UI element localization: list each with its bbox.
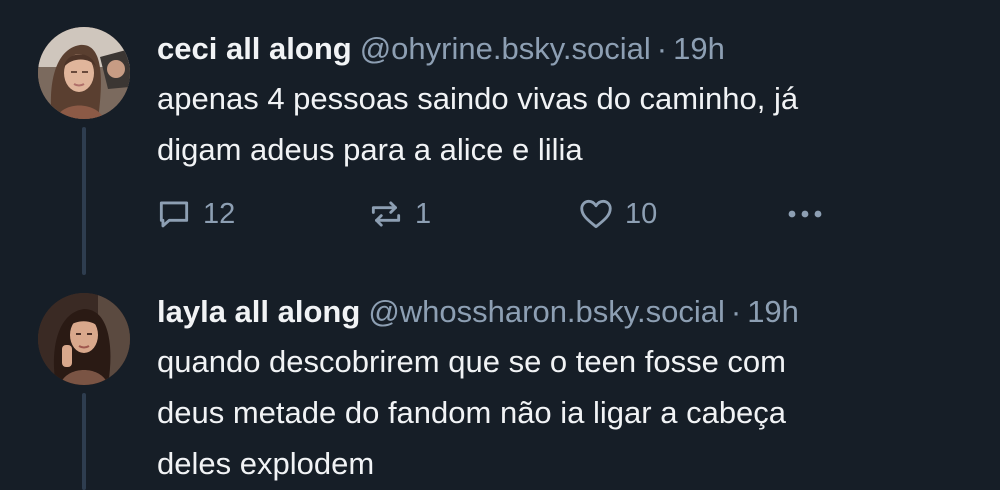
avatar[interactable] bbox=[38, 27, 130, 119]
avatar[interactable] bbox=[38, 293, 130, 385]
repost-button[interactable]: 1 bbox=[367, 192, 431, 236]
thread-connector-line bbox=[82, 393, 86, 490]
avatar-photo bbox=[38, 293, 130, 385]
author-handle[interactable]: @whossharon.bsky.social bbox=[368, 294, 725, 329]
like-button[interactable]: 10 bbox=[577, 192, 657, 236]
post-text: apenas 4 pessoas saindo vivas do caminho… bbox=[157, 81, 799, 167]
author-display-name[interactable]: layla all along bbox=[157, 294, 360, 329]
more-dots-icon bbox=[785, 204, 825, 224]
author-handle[interactable]: @ohyrine.bsky.social bbox=[360, 31, 651, 66]
heart-icon bbox=[577, 195, 615, 233]
post-header: ceci all along @ohyrine.bsky.social · 19h bbox=[157, 29, 970, 69]
reply-button[interactable]: 12 bbox=[155, 192, 235, 236]
thread-connector-line bbox=[82, 127, 86, 275]
avatar-photo bbox=[38, 27, 130, 119]
post-timestamp[interactable]: 19h bbox=[747, 294, 799, 329]
post-item[interactable]: layla all along @whossharon.bsky.social · 1… bbox=[0, 275, 1000, 490]
post-timestamp[interactable]: 19h bbox=[673, 31, 725, 66]
post-content: ceci all along @ohyrine.bsky.social · 19h a… bbox=[157, 29, 970, 175]
post-thread: ceci all along @ohyrine.bsky.social · 19h a… bbox=[0, 0, 1000, 490]
repost-count: 1 bbox=[415, 197, 432, 230]
reply-bubble-icon bbox=[155, 195, 193, 233]
more-options-button[interactable] bbox=[785, 192, 825, 236]
separator-dot: · bbox=[656, 31, 668, 66]
reply-count: 12 bbox=[203, 197, 236, 230]
separator-dot: · bbox=[730, 294, 742, 329]
post-content: layla all along @whossharon.bsky.social · 1… bbox=[157, 292, 970, 489]
post-actions: 12 1 10 bbox=[155, 192, 835, 236]
post-text: quando descobrirem que se o teen fosse c… bbox=[157, 344, 787, 481]
author-display-name[interactable]: ceci all along bbox=[157, 31, 352, 66]
repost-arrows-icon bbox=[367, 195, 405, 233]
like-count: 10 bbox=[625, 197, 658, 230]
post-item[interactable]: ceci all along @ohyrine.bsky.social · 19h a… bbox=[0, 0, 1000, 275]
post-header: layla all along @whossharon.bsky.social · 1… bbox=[157, 292, 970, 332]
